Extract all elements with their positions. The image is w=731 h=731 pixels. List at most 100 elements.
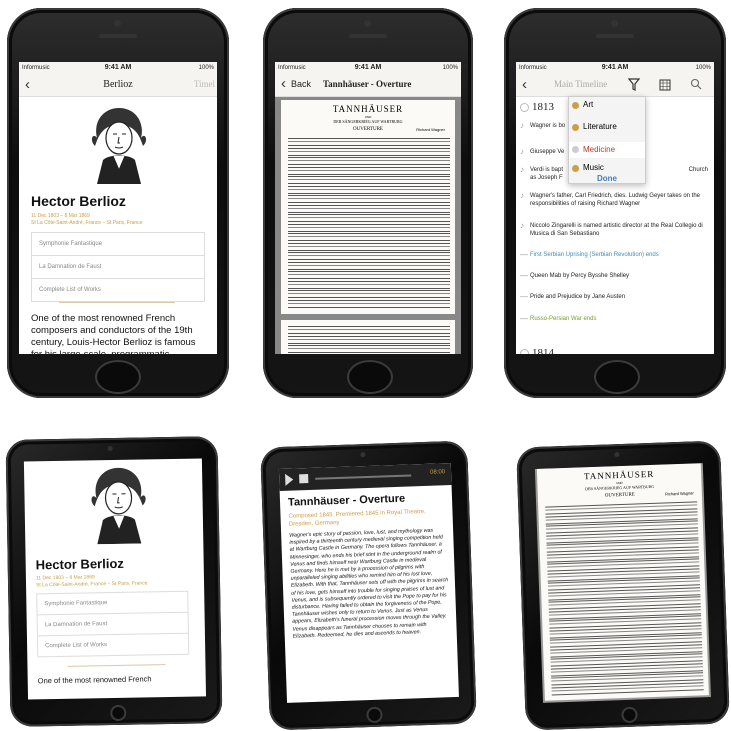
- timeline-event[interactable]: First Serbian Uprising (Serbian Revoluti…: [530, 251, 710, 259]
- timeline-link[interactable]: Timel: [194, 79, 215, 89]
- music-staff: [287, 326, 450, 334]
- ipad-score: TANNHÄUSER UND DER SÄNGERKRIEG AUF WARTB…: [516, 440, 730, 731]
- life-places: St La Côte-Saint-André, France – St Pari…: [31, 220, 143, 226]
- iphone-score: Informusic 9:41 AM 100% ‹ Back Tannhäuse…: [263, 8, 473, 398]
- uncheck-icon: [572, 146, 579, 153]
- score-staves: [281, 320, 455, 354]
- ipad-overture: 08:00 Tannhäuser - Overture Composed 184…: [260, 440, 477, 731]
- work-item[interactable]: Symphonie Fantastique: [32, 233, 204, 256]
- filter-option-literature[interactable]: Literature: [569, 122, 645, 131]
- timeline-event[interactable]: Russo-Persian War ends: [530, 315, 710, 323]
- music-staff: [287, 345, 450, 353]
- front-camera: [611, 20, 618, 27]
- screen: Hector Berlioz 11 Dec 1803 – 8 Mar 1869 …: [23, 458, 207, 700]
- music-staff: [287, 176, 450, 184]
- music-staff: [287, 223, 450, 232]
- status-bar: Informusic 9:41 AM 100%: [19, 62, 217, 74]
- check-icon: [572, 102, 579, 109]
- home-button[interactable]: [621, 706, 638, 724]
- battery-level: 100%: [198, 65, 214, 71]
- music-staff: [287, 261, 450, 270]
- home-button[interactable]: [95, 360, 141, 394]
- iphone-berlioz: Informusic 9:41 AM 100% ‹ Berlioz Timel …: [7, 8, 229, 398]
- work-item[interactable]: La Damnation de Faust: [37, 612, 188, 637]
- speaker-grille: [99, 34, 137, 38]
- works-list: Symphonie Fantastique La Damnation de Fa…: [31, 232, 205, 302]
- front-camera: [107, 446, 113, 452]
- page-title: Berlioz: [103, 79, 133, 90]
- work-item[interactable]: La Damnation de Faust: [32, 256, 204, 279]
- timeline-event[interactable]: Queen Mab by Percy Bysshe Shelley: [530, 272, 710, 280]
- event-dash-icon: —: [520, 271, 528, 280]
- music-staff: [287, 290, 450, 298]
- music-staff: [287, 252, 450, 260]
- speaker-grille: [596, 34, 634, 38]
- stop-icon[interactable]: [299, 474, 309, 484]
- speaker-grille: [349, 34, 387, 38]
- work-item[interactable]: Complete List of Works: [38, 634, 188, 657]
- music-staff: [287, 138, 450, 146]
- back-button[interactable]: Back: [291, 79, 311, 89]
- event-dash-icon: —: [520, 314, 528, 323]
- filter-option-music[interactable]: Music: [569, 163, 645, 172]
- year-marker-icon: [520, 349, 529, 354]
- music-note-icon: ♪: [520, 165, 524, 174]
- back-chevron-icon[interactable]: ‹: [281, 75, 286, 92]
- filter-option-medicine[interactable]: Medicine: [569, 142, 645, 158]
- timeline-event[interactable]: Pride and Prejudice by Jane Austen: [530, 293, 710, 301]
- music-staff: [287, 280, 450, 289]
- home-button[interactable]: [347, 360, 393, 394]
- filter-label: Art: [583, 100, 594, 109]
- screen: TANNHÄUSER UND DER SÄNGERKRIEG AUF WARTB…: [534, 463, 711, 703]
- work-item[interactable]: Symphonie Fantastique: [37, 591, 188, 616]
- front-camera: [364, 20, 371, 27]
- event-dash-icon: —: [520, 292, 528, 301]
- battery-level: 100%: [442, 65, 458, 71]
- music-staff: [287, 166, 450, 175]
- nav-bar: ‹ Back Tannhäuser - Overture: [275, 74, 461, 97]
- ipad-berlioz: Hector Berlioz 11 Dec 1803 – 8 Mar 1869 …: [5, 436, 223, 727]
- page-title: Tannhäuser - Overture: [323, 79, 412, 89]
- front-camera: [360, 452, 366, 458]
- life-dates: 11 Dec 1803 – 8 Mar 1869: [35, 574, 95, 582]
- filter-label: Literature: [583, 122, 617, 131]
- score-page: TANNHÄUSER UND DER SÄNGERKRIEG AUF WARTB…: [536, 463, 709, 701]
- music-note-icon: ♪: [520, 121, 524, 130]
- filter-option-art[interactable]: Art: [569, 100, 645, 109]
- timeline-event-tail: Church: [688, 167, 708, 173]
- music-staff: [287, 204, 450, 213]
- front-camera: [114, 20, 121, 27]
- year-heading-next: 1814: [532, 347, 554, 354]
- score-page: TANNHÄUSER UND DER SÄNGERKRIEG AUF WARTB…: [281, 100, 455, 314]
- section-divider: [59, 302, 175, 303]
- home-button[interactable]: [110, 704, 127, 722]
- check-icon: [572, 165, 579, 172]
- home-button[interactable]: [366, 706, 383, 724]
- music-staff: [287, 299, 450, 308]
- life-dates: 11 Dec 1803 – 8 Mar 1869: [31, 213, 90, 219]
- home-button[interactable]: [594, 360, 640, 394]
- done-button[interactable]: Done: [569, 174, 645, 183]
- check-icon: [572, 124, 579, 131]
- work-item[interactable]: Complete List of Works: [32, 279, 204, 301]
- life-places: St La Côte-Saint-André, France – St Pari…: [36, 580, 148, 589]
- score-page-next: [281, 320, 455, 354]
- timeline-event[interactable]: Niccolo Zingarelli is named artistic dir…: [530, 222, 710, 238]
- composer-name: Hector Berlioz: [31, 193, 126, 209]
- bio-text: One of the most renowned French composer…: [31, 313, 196, 354]
- piece-subtitle: Composed 1845. Premiered 1845 in Royal T…: [288, 508, 426, 528]
- music-staff: [287, 185, 450, 194]
- clock: 9:41 AM: [104, 64, 132, 71]
- nav-bar: ‹ Berlioz Timel: [19, 74, 217, 97]
- music-staff: [287, 195, 450, 203]
- score-staves: [281, 100, 455, 314]
- bio-text: One of the most renowned French: [37, 674, 152, 686]
- progress-track[interactable]: [315, 474, 412, 480]
- timeline-event[interactable]: Wagner's father, Carl Friedrich, dies. L…: [530, 192, 710, 208]
- section-divider: [67, 664, 166, 667]
- filter-label: Medicine: [583, 145, 616, 154]
- play-icon[interactable]: [285, 473, 294, 486]
- piece-title: Tannhäuser - Overture: [287, 492, 406, 509]
- screen: Informusic 9:41 AM 100% ‹ Back Tannhäuse…: [275, 62, 461, 354]
- composer-portrait: [91, 108, 147, 184]
